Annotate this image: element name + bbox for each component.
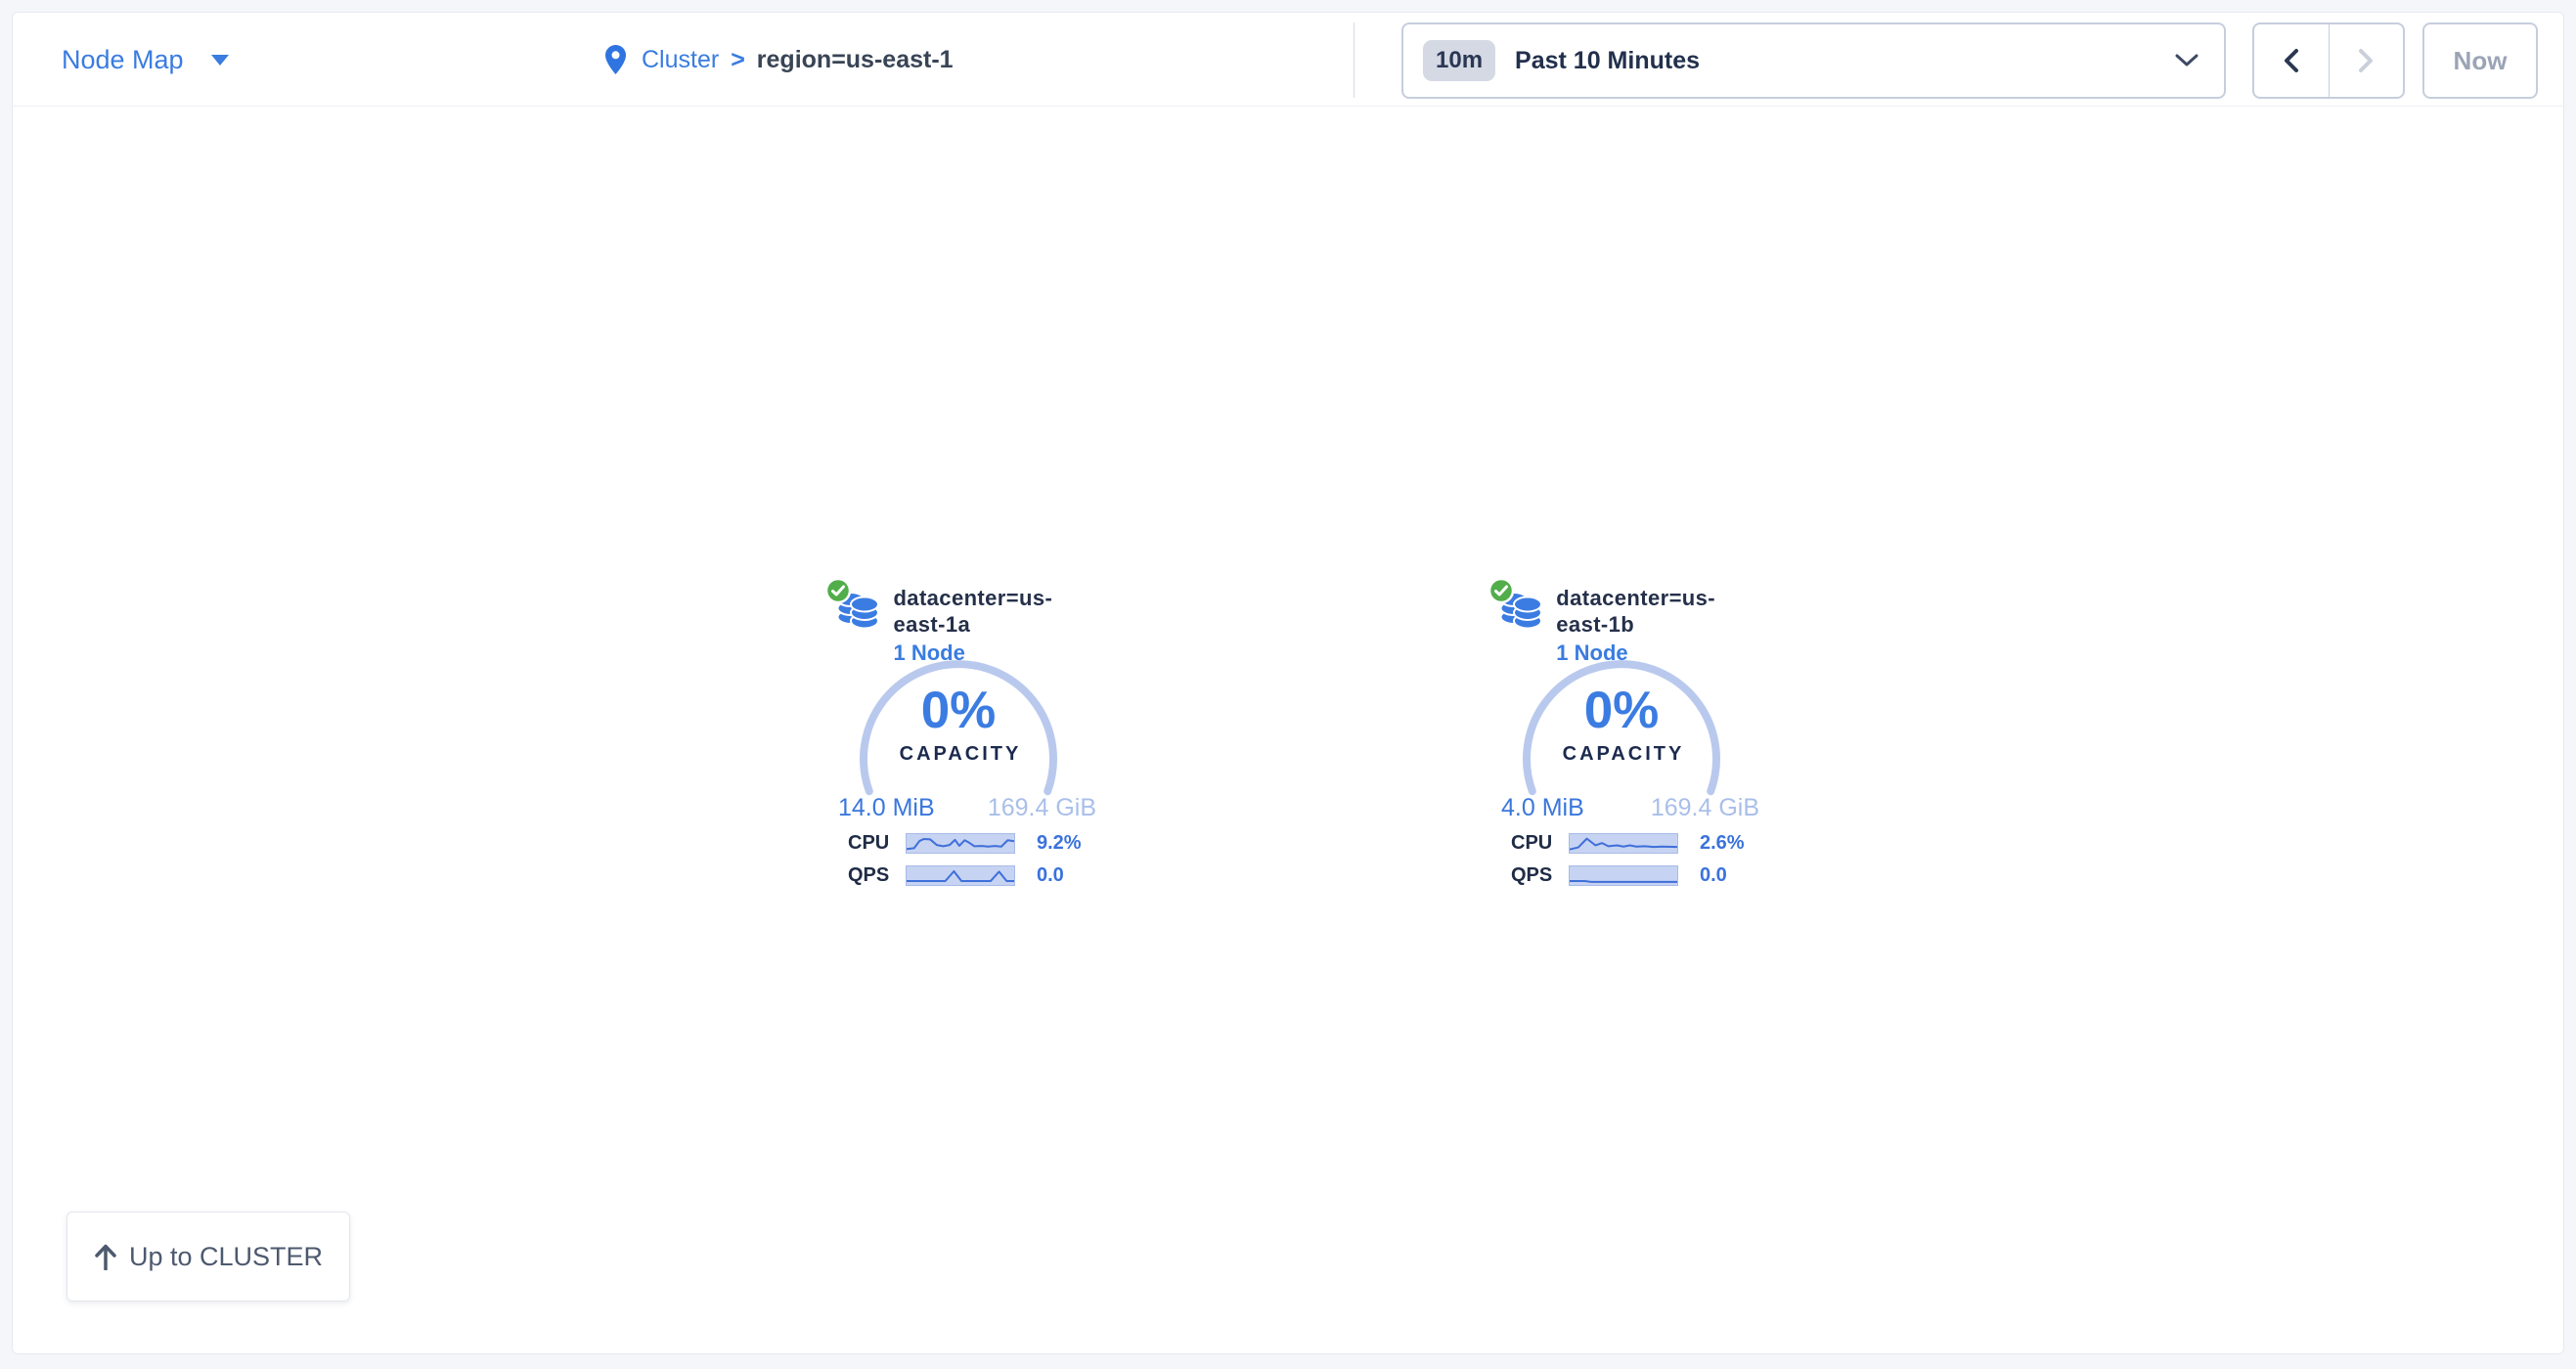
cpu-label: CPU xyxy=(848,832,906,855)
chevron-right-icon xyxy=(2357,48,2375,73)
qps-row: QPS 0.0 xyxy=(1495,865,1765,886)
breadcrumb: Cluster > region=us-east-1 xyxy=(605,13,954,107)
breadcrumb-cluster-link[interactable]: Cluster xyxy=(642,46,719,74)
up-to-cluster-label: Up to CLUSTER xyxy=(129,1242,323,1272)
node-map-panel: Node Map Cluster > region=us-east-1 10m … xyxy=(12,12,2564,1354)
breadcrumb-separator: > xyxy=(731,46,745,74)
header-bar: Node Map Cluster > region=us-east-1 10m … xyxy=(13,13,2563,107)
time-range-label: Past 10 Minutes xyxy=(1515,47,1700,75)
healthy-check-icon xyxy=(824,577,852,604)
header-divider xyxy=(1354,22,1355,98)
arrow-up-icon xyxy=(94,1243,117,1270)
qps-label: QPS xyxy=(1511,864,1569,887)
datacenter-group-us-east-1b[interactable]: datacenter=us-east-1b 1 Node 0% CAPACITY… xyxy=(1495,573,1765,905)
datacenter-icon-wrap xyxy=(838,579,879,630)
cpu-row: CPU 9.2% xyxy=(832,833,1102,854)
time-prev-button[interactable] xyxy=(2254,24,2329,97)
view-selector-dropdown[interactable]: Node Map xyxy=(62,13,229,107)
chevron-left-icon xyxy=(2283,48,2300,73)
datacenter-name: datacenter=us-east-1a xyxy=(893,585,1102,638)
now-button[interactable]: Now xyxy=(2422,22,2538,99)
capacity-caption: CAPACITY xyxy=(900,743,1022,766)
time-range-badge: 10m xyxy=(1423,40,1495,81)
qps-value: 0.0 xyxy=(1037,864,1064,887)
healthy-check-icon xyxy=(1488,577,1515,604)
metrics: CPU 9.2% QPS 0.0 xyxy=(832,833,1102,898)
qps-sparkline xyxy=(1569,865,1678,886)
datacenter-group-us-east-1a[interactable]: datacenter=us-east-1a 1 Node 0% CAPACITY… xyxy=(832,573,1102,905)
qps-row: QPS 0.0 xyxy=(832,865,1102,886)
location-pin-icon xyxy=(605,45,626,74)
capacity-total: 169.4 GiB xyxy=(1651,794,1759,822)
capacity-used: 4.0 MiB xyxy=(1501,794,1584,822)
capacity-percent: 0% xyxy=(921,684,997,736)
chevron-down-icon xyxy=(2175,54,2198,67)
qps-value: 0.0 xyxy=(1700,864,1727,887)
qps-sparkline xyxy=(906,865,1015,886)
cpu-value: 9.2% xyxy=(1037,832,1082,855)
time-next-button[interactable] xyxy=(2329,24,2404,97)
capacity-caption: CAPACITY xyxy=(1563,743,1685,766)
capacity-gauge: 0% CAPACITY xyxy=(832,649,1102,798)
cpu-sparkline xyxy=(1569,833,1678,854)
cpu-value: 2.6% xyxy=(1700,832,1745,855)
now-button-label: Now xyxy=(2454,46,2508,76)
cpu-row: CPU 2.6% xyxy=(1495,833,1765,854)
metrics: CPU 2.6% QPS 0.0 xyxy=(1495,833,1765,898)
capacity-used: 14.0 MiB xyxy=(838,794,935,822)
time-range-select[interactable]: 10m Past 10 Minutes xyxy=(1401,22,2226,99)
capacity-total: 169.4 GiB xyxy=(988,794,1096,822)
capacity-percent: 0% xyxy=(1584,684,1660,736)
caret-down-icon xyxy=(211,55,229,66)
capacity-values: 4.0 MiB 169.4 GiB xyxy=(1495,794,1765,822)
time-step-buttons xyxy=(2252,22,2405,99)
up-to-cluster-button[interactable]: Up to CLUSTER xyxy=(67,1212,350,1302)
capacity-gauge: 0% CAPACITY xyxy=(1495,649,1765,798)
view-selector-label: Node Map xyxy=(62,45,184,75)
datacenter-icon-wrap xyxy=(1501,579,1542,630)
qps-label: QPS xyxy=(848,864,906,887)
breadcrumb-current: region=us-east-1 xyxy=(757,46,954,74)
capacity-values: 14.0 MiB 169.4 GiB xyxy=(832,794,1102,822)
cpu-sparkline xyxy=(906,833,1015,854)
datacenter-name: datacenter=us-east-1b xyxy=(1556,585,1765,638)
cpu-label: CPU xyxy=(1511,832,1569,855)
